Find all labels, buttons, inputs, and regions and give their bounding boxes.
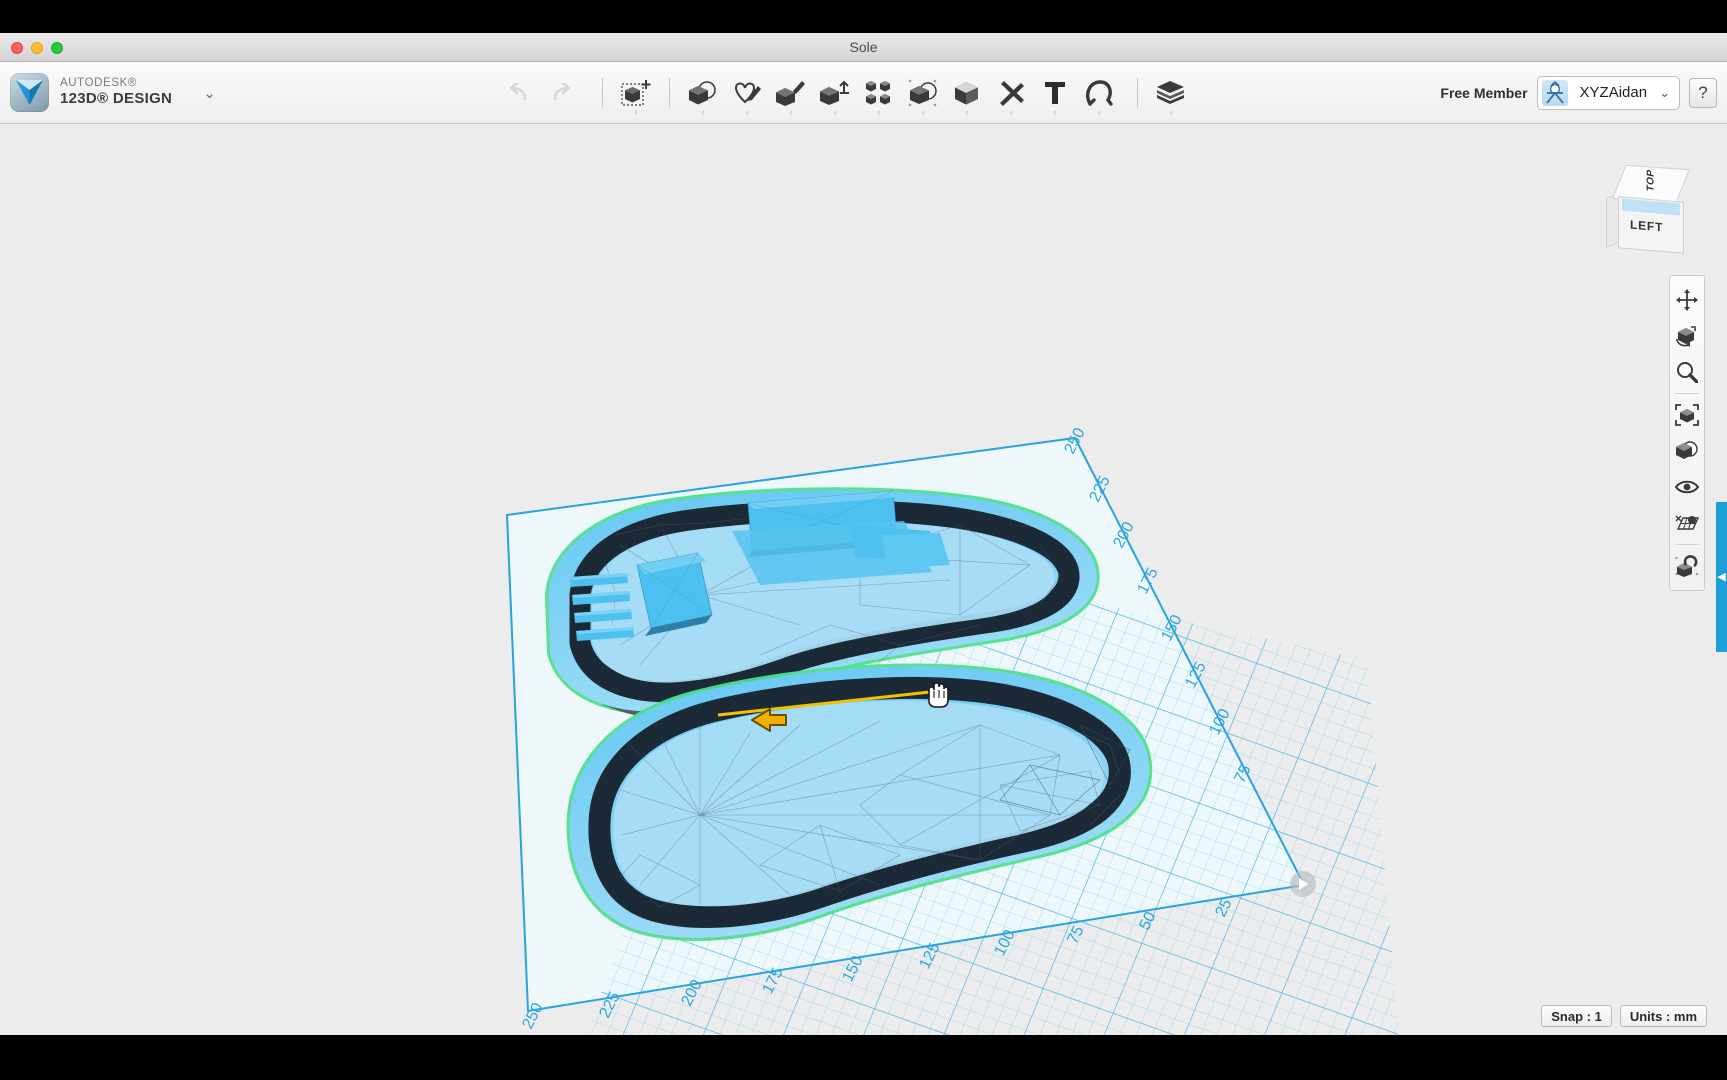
status-bar: Snap : 1 Units : mm — [1541, 1005, 1707, 1027]
snap-status[interactable]: Snap : 1 — [1541, 1005, 1612, 1027]
application-window: Sole AUTODESK® 123D® DESIGN ⌄ — [0, 33, 1727, 1035]
units-status[interactable]: Units : mm — [1620, 1005, 1707, 1027]
pan-tool[interactable] — [1670, 282, 1704, 318]
orbit-tool[interactable] — [1670, 318, 1704, 354]
redo-button[interactable] — [540, 69, 584, 117]
view-cube[interactable]: TOP LEFT — [1604, 165, 1700, 261]
undo-button[interactable] — [496, 69, 540, 117]
right-panel-toggle[interactable]: ◀ — [1716, 502, 1727, 652]
toolbar-divider-3 — [1137, 78, 1138, 108]
toolbar-divider — [602, 78, 603, 108]
autodesk-123d-logo-icon — [10, 73, 49, 112]
materials-button[interactable] — [1149, 69, 1193, 117]
grouping-button[interactable] — [901, 69, 945, 117]
maximize-window-button[interactable] — [51, 42, 63, 54]
history-group — [496, 69, 584, 117]
transform-group — [614, 69, 658, 117]
extras-group — [1149, 69, 1193, 117]
membership-label: Free Member — [1440, 85, 1527, 101]
close-window-button[interactable] — [11, 42, 23, 54]
modify-button[interactable] — [813, 69, 857, 117]
snap-button[interactable] — [1077, 69, 1121, 117]
user-avatar-icon — [1542, 80, 1568, 106]
visibility-tool[interactable] — [1670, 469, 1704, 505]
view-cube-top-label: TOP — [1645, 168, 1656, 192]
transform-button[interactable] — [614, 69, 658, 117]
primitives-button[interactable] — [681, 69, 725, 117]
zoom-tool[interactable] — [1670, 354, 1704, 390]
chevron-left-icon: ◀ — [1717, 572, 1725, 583]
fit-tool[interactable] — [1670, 397, 1704, 433]
toolbar-divider-2 — [669, 78, 670, 108]
shading-tool[interactable] — [1670, 433, 1704, 469]
svg-text:250: 250 — [1061, 425, 1088, 457]
brand-line-1: AUTODESK® — [60, 77, 172, 90]
view-cube-front-label: LEFT — [1630, 218, 1663, 235]
measure-button[interactable] — [989, 69, 1033, 117]
window-title: Sole — [0, 33, 1727, 62]
construct-button[interactable] — [769, 69, 813, 117]
hand-cursor — [929, 683, 948, 707]
tools-group — [681, 69, 1121, 117]
sketch-button[interactable] — [725, 69, 769, 117]
brand-line-2: 123D® DESIGN — [60, 90, 172, 107]
user-name: XYZAidan — [1580, 84, 1648, 101]
chevron-down-icon[interactable]: ⌄ — [1659, 85, 1670, 101]
minimize-window-button[interactable] — [31, 42, 43, 54]
pattern-button[interactable] — [857, 69, 901, 117]
help-button[interactable]: ? — [1689, 78, 1717, 108]
brand-area[interactable]: AUTODESK® 123D® DESIGN ⌄ — [0, 73, 216, 112]
grid-tool[interactable] — [1670, 505, 1704, 541]
nav-divider — [1675, 393, 1699, 394]
plane-resize-handle — [1290, 871, 1316, 897]
viewport-canvas[interactable]: 250 225 200 175 150 125 100 75 50 25 250… — [0, 125, 1727, 1035]
nav-divider-2 — [1675, 544, 1699, 545]
grab-tool[interactable] — [1670, 548, 1704, 584]
navigation-toolbar — [1669, 275, 1705, 591]
chevron-down-icon[interactable]: ⌄ — [203, 84, 216, 102]
account-area: Free Member XYZAidan ⌄ ? — [1440, 76, 1717, 110]
window-controls[interactable] — [11, 42, 63, 54]
combine-button[interactable] — [945, 69, 989, 117]
text-button[interactable] — [1033, 69, 1077, 117]
window-title-bar: Sole — [0, 33, 1727, 62]
3d-model-scene[interactable]: 250 225 200 175 150 125 100 75 50 25 250… — [0, 125, 1727, 1035]
brand-text: AUTODESK® 123D® DESIGN — [60, 77, 172, 107]
application-toolbar: AUTODESK® 123D® DESIGN ⌄ — [0, 62, 1727, 124]
account-menu[interactable]: XYZAidan ⌄ — [1537, 76, 1680, 110]
